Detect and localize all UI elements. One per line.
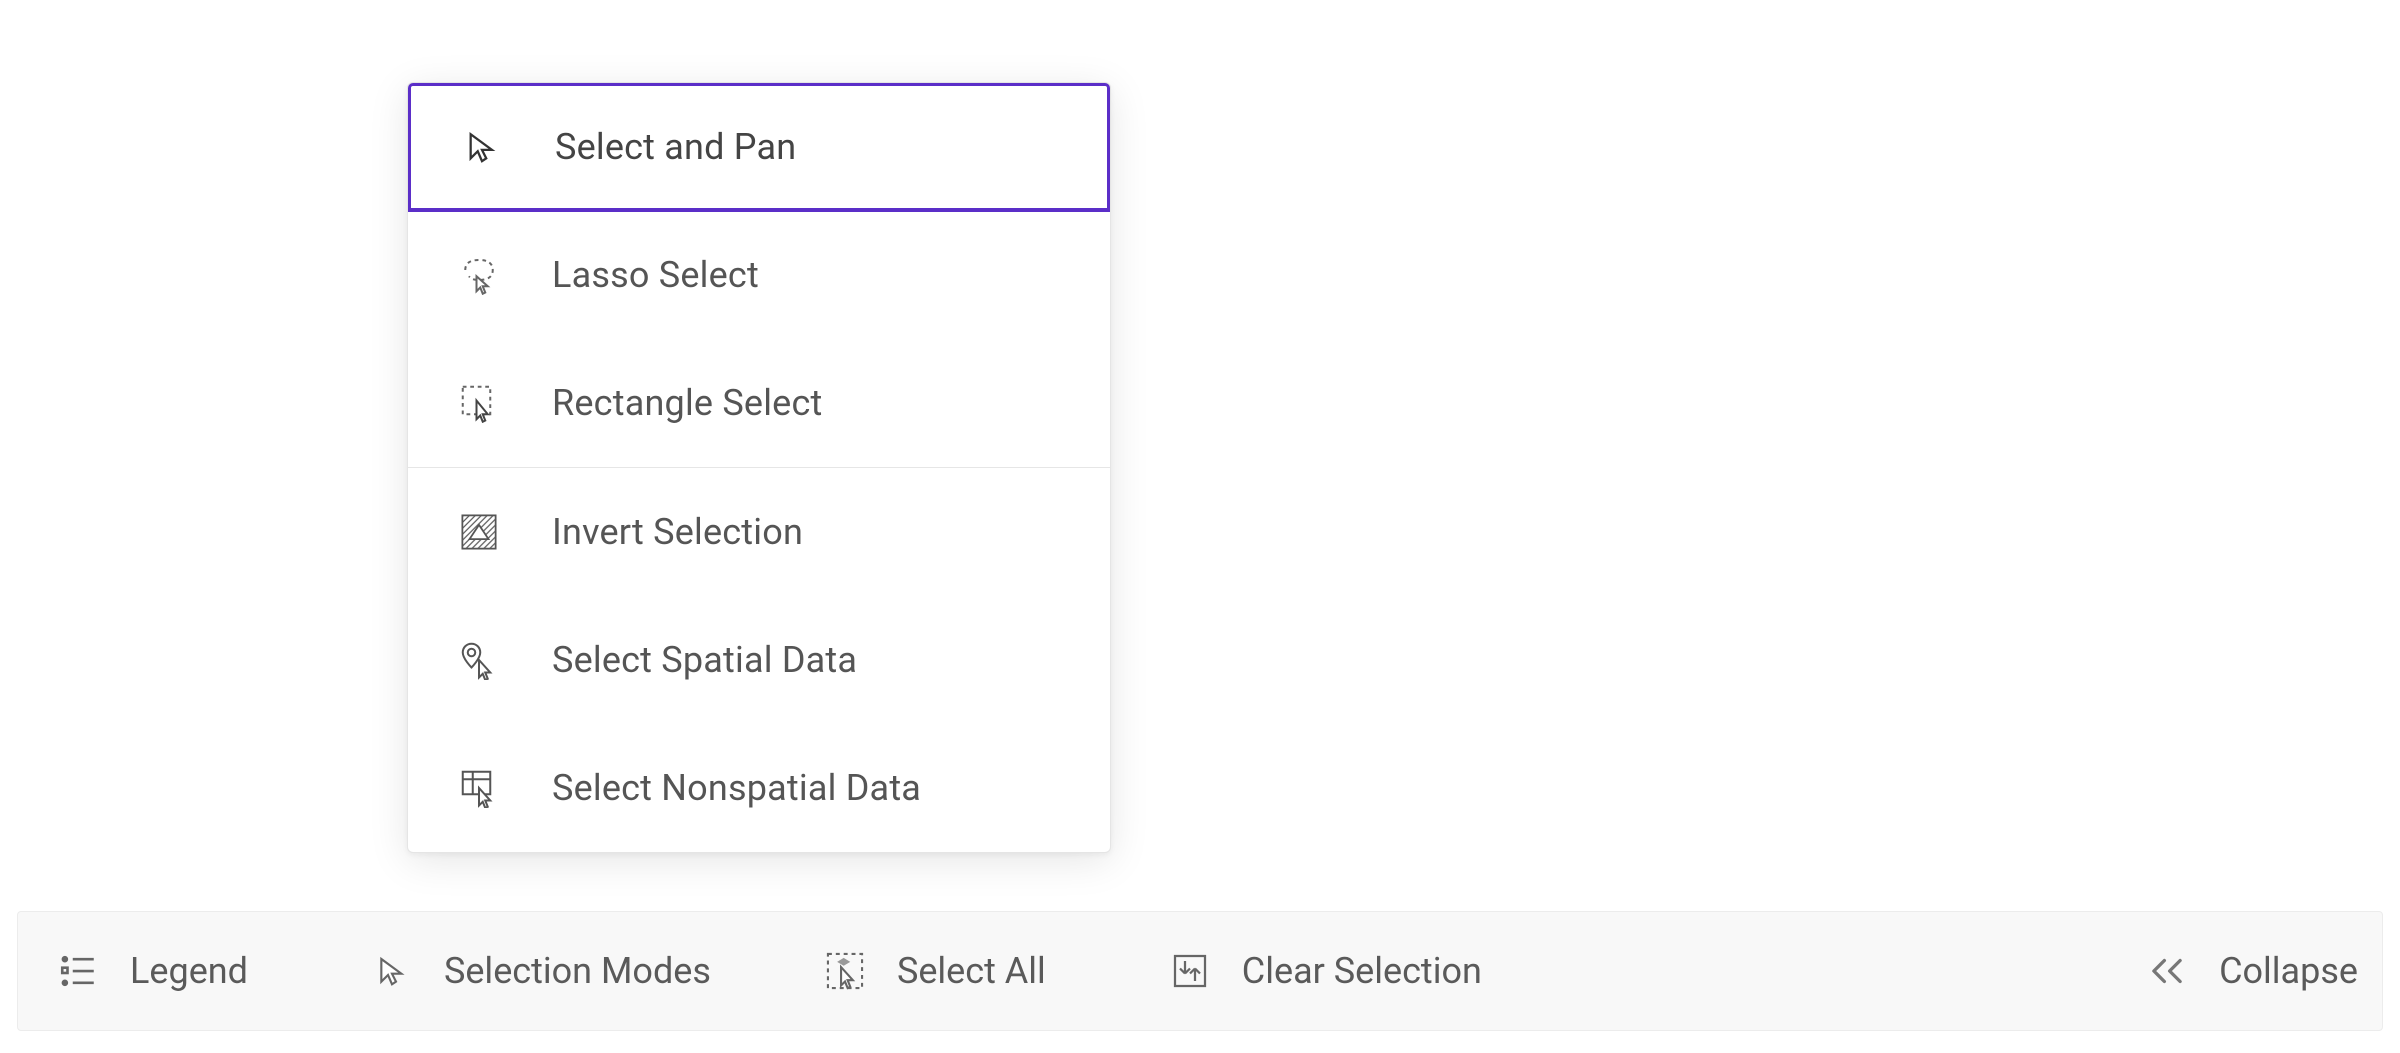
menu-item-select-nonspatial-data[interactable]: Select Nonspatial Data (408, 724, 1110, 852)
menu-item-rectangle-select[interactable]: Rectangle Select (408, 339, 1110, 467)
toolbar-label: Select All (897, 950, 1046, 992)
legend-button[interactable]: Legend (54, 947, 248, 995)
select-all-icon (821, 947, 869, 995)
bottom-toolbar: Legend Selection Modes Select All (17, 911, 2383, 1031)
clear-selection-icon (1166, 947, 1214, 995)
selection-modes-button[interactable]: Selection Modes (368, 947, 711, 995)
menu-item-label: Select Spatial Data (552, 639, 857, 681)
clear-selection-button[interactable]: Clear Selection (1166, 947, 1482, 995)
invert-selection-icon (452, 505, 506, 559)
menu-item-select-and-pan[interactable]: Select and Pan (407, 82, 1111, 212)
pin-cursor-icon (452, 633, 506, 687)
cursor-icon (368, 947, 416, 995)
toolbar-label: Legend (130, 950, 248, 992)
menu-item-label: Invert Selection (552, 511, 803, 553)
collapse-button[interactable]: Collapse (2143, 947, 2358, 995)
selection-modes-menu: Select and Pan Lasso Select Rectangle Se… (407, 82, 1111, 853)
toolbar-label: Collapse (2219, 950, 2358, 992)
chevron-left-double-icon (2143, 947, 2191, 995)
cursor-icon (455, 120, 509, 174)
toolbar-label: Clear Selection (1242, 950, 1482, 992)
rectangle-select-icon (452, 376, 506, 430)
menu-item-label: Select Nonspatial Data (552, 767, 921, 809)
menu-item-lasso-select[interactable]: Lasso Select (408, 211, 1110, 339)
select-all-button[interactable]: Select All (821, 947, 1046, 995)
menu-item-invert-selection[interactable]: Invert Selection (408, 468, 1110, 596)
legend-icon (54, 947, 102, 995)
table-cursor-icon (452, 761, 506, 815)
menu-item-label: Rectangle Select (552, 382, 822, 424)
menu-item-label: Select and Pan (555, 126, 796, 168)
toolbar-label: Selection Modes (444, 950, 711, 992)
menu-item-label: Lasso Select (552, 254, 759, 296)
lasso-cursor-icon (452, 248, 506, 302)
menu-item-select-spatial-data[interactable]: Select Spatial Data (408, 596, 1110, 724)
